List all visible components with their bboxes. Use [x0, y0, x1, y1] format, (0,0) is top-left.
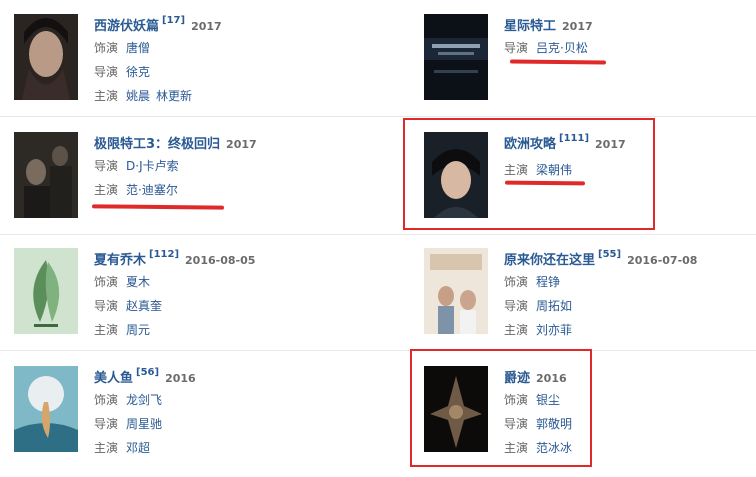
- person-link[interactable]: 刘亦菲: [536, 323, 572, 337]
- highlight-box: [410, 349, 592, 467]
- role-label: 导演: [94, 417, 119, 431]
- person-link[interactable]: 周元: [126, 323, 150, 337]
- person-link[interactable]: 夏木: [126, 275, 150, 289]
- person-link[interactable]: 姚晨: [126, 89, 150, 103]
- role-label: 主演: [94, 183, 119, 197]
- person-link[interactable]: 林更新: [156, 89, 192, 103]
- highlight-box: [403, 118, 655, 230]
- reference-link[interactable]: [17]: [162, 15, 185, 26]
- role-label: 主演: [94, 323, 119, 337]
- role-label: 饰演: [94, 41, 119, 55]
- film-card: 美人鱼 [56] 2016 饰演 龙剑飞 导演 周星驰 主演 邓超: [14, 366, 384, 476]
- role-label: 导演: [504, 41, 529, 55]
- poster-image[interactable]: [424, 248, 488, 334]
- film-title-link[interactable]: 夏有乔木: [94, 253, 146, 268]
- role-label: 饰演: [504, 275, 529, 289]
- film-year: 2017: [226, 138, 257, 151]
- person-link[interactable]: 唐僧: [126, 41, 150, 55]
- film-year: 2017: [562, 20, 593, 33]
- role-label: 导演: [504, 299, 529, 313]
- person-link[interactable]: 龙剑飞: [126, 393, 162, 407]
- person-link[interactable]: 赵真奎: [126, 299, 162, 313]
- person-link[interactable]: 周星驰: [126, 417, 162, 431]
- role-label: 主演: [94, 441, 119, 455]
- role-label: 饰演: [94, 275, 119, 289]
- film-card: 极限特工3：终极回归 2017 导演 D·J卡卢索 主演 范·迪塞尔: [14, 132, 384, 242]
- poster-image[interactable]: [14, 366, 78, 452]
- person-link[interactable]: 周拓如: [536, 299, 572, 313]
- poster-image[interactable]: [14, 132, 78, 218]
- role-label: 主演: [504, 323, 529, 337]
- film-year: 2016-07-08: [627, 254, 698, 267]
- person-link[interactable]: 范·迪塞尔: [126, 183, 178, 197]
- film-title-link[interactable]: 西游伏妖篇: [94, 19, 159, 34]
- reference-link[interactable]: [55]: [598, 249, 621, 260]
- person-link[interactable]: 邓超: [126, 441, 150, 455]
- film-title-link[interactable]: 极限特工3：终极回归: [94, 137, 220, 152]
- highlight-underline: [504, 180, 586, 186]
- film-year: 2016-08-05: [185, 254, 256, 267]
- film-card: 西游伏妖篇 [17] 2017 饰演 唐僧 导演 徐克 主演 姚晨 林更新: [14, 14, 384, 124]
- film-title-link[interactable]: 星际特工: [504, 19, 556, 34]
- poster-image[interactable]: [424, 14, 488, 100]
- role-label: 导演: [94, 65, 119, 79]
- reference-link[interactable]: [112]: [149, 249, 179, 260]
- film-title-link[interactable]: 原来你还在这里: [504, 253, 595, 268]
- poster-image[interactable]: [14, 14, 78, 100]
- reference-link[interactable]: [56]: [136, 367, 159, 378]
- poster-image[interactable]: [14, 248, 78, 334]
- person-link[interactable]: D·J卡卢索: [126, 159, 179, 173]
- person-link[interactable]: 吕克·贝松: [536, 41, 588, 55]
- person-link[interactable]: 程铮: [536, 275, 560, 289]
- film-card: 夏有乔木 [112] 2016-08-05 饰演 夏木 导演 赵真奎 主演 周元: [14, 248, 384, 358]
- film-title-link[interactable]: 美人鱼: [94, 371, 133, 386]
- role-label: 导演: [94, 299, 119, 313]
- role-label: 导演: [94, 159, 119, 173]
- role-label: 主演: [94, 89, 119, 103]
- film-card: 星际特工 2017 导演 吕克·贝松: [424, 14, 756, 124]
- film-year: 2016: [165, 372, 196, 385]
- film-card: 原来你还在这里 [55] 2016-07-08 饰演 程铮 导演 周拓如 主演 刘亦菲: [424, 248, 756, 358]
- role-label: 饰演: [94, 393, 119, 407]
- film-year: 2017: [191, 20, 222, 33]
- person-link[interactable]: 徐克: [126, 65, 150, 79]
